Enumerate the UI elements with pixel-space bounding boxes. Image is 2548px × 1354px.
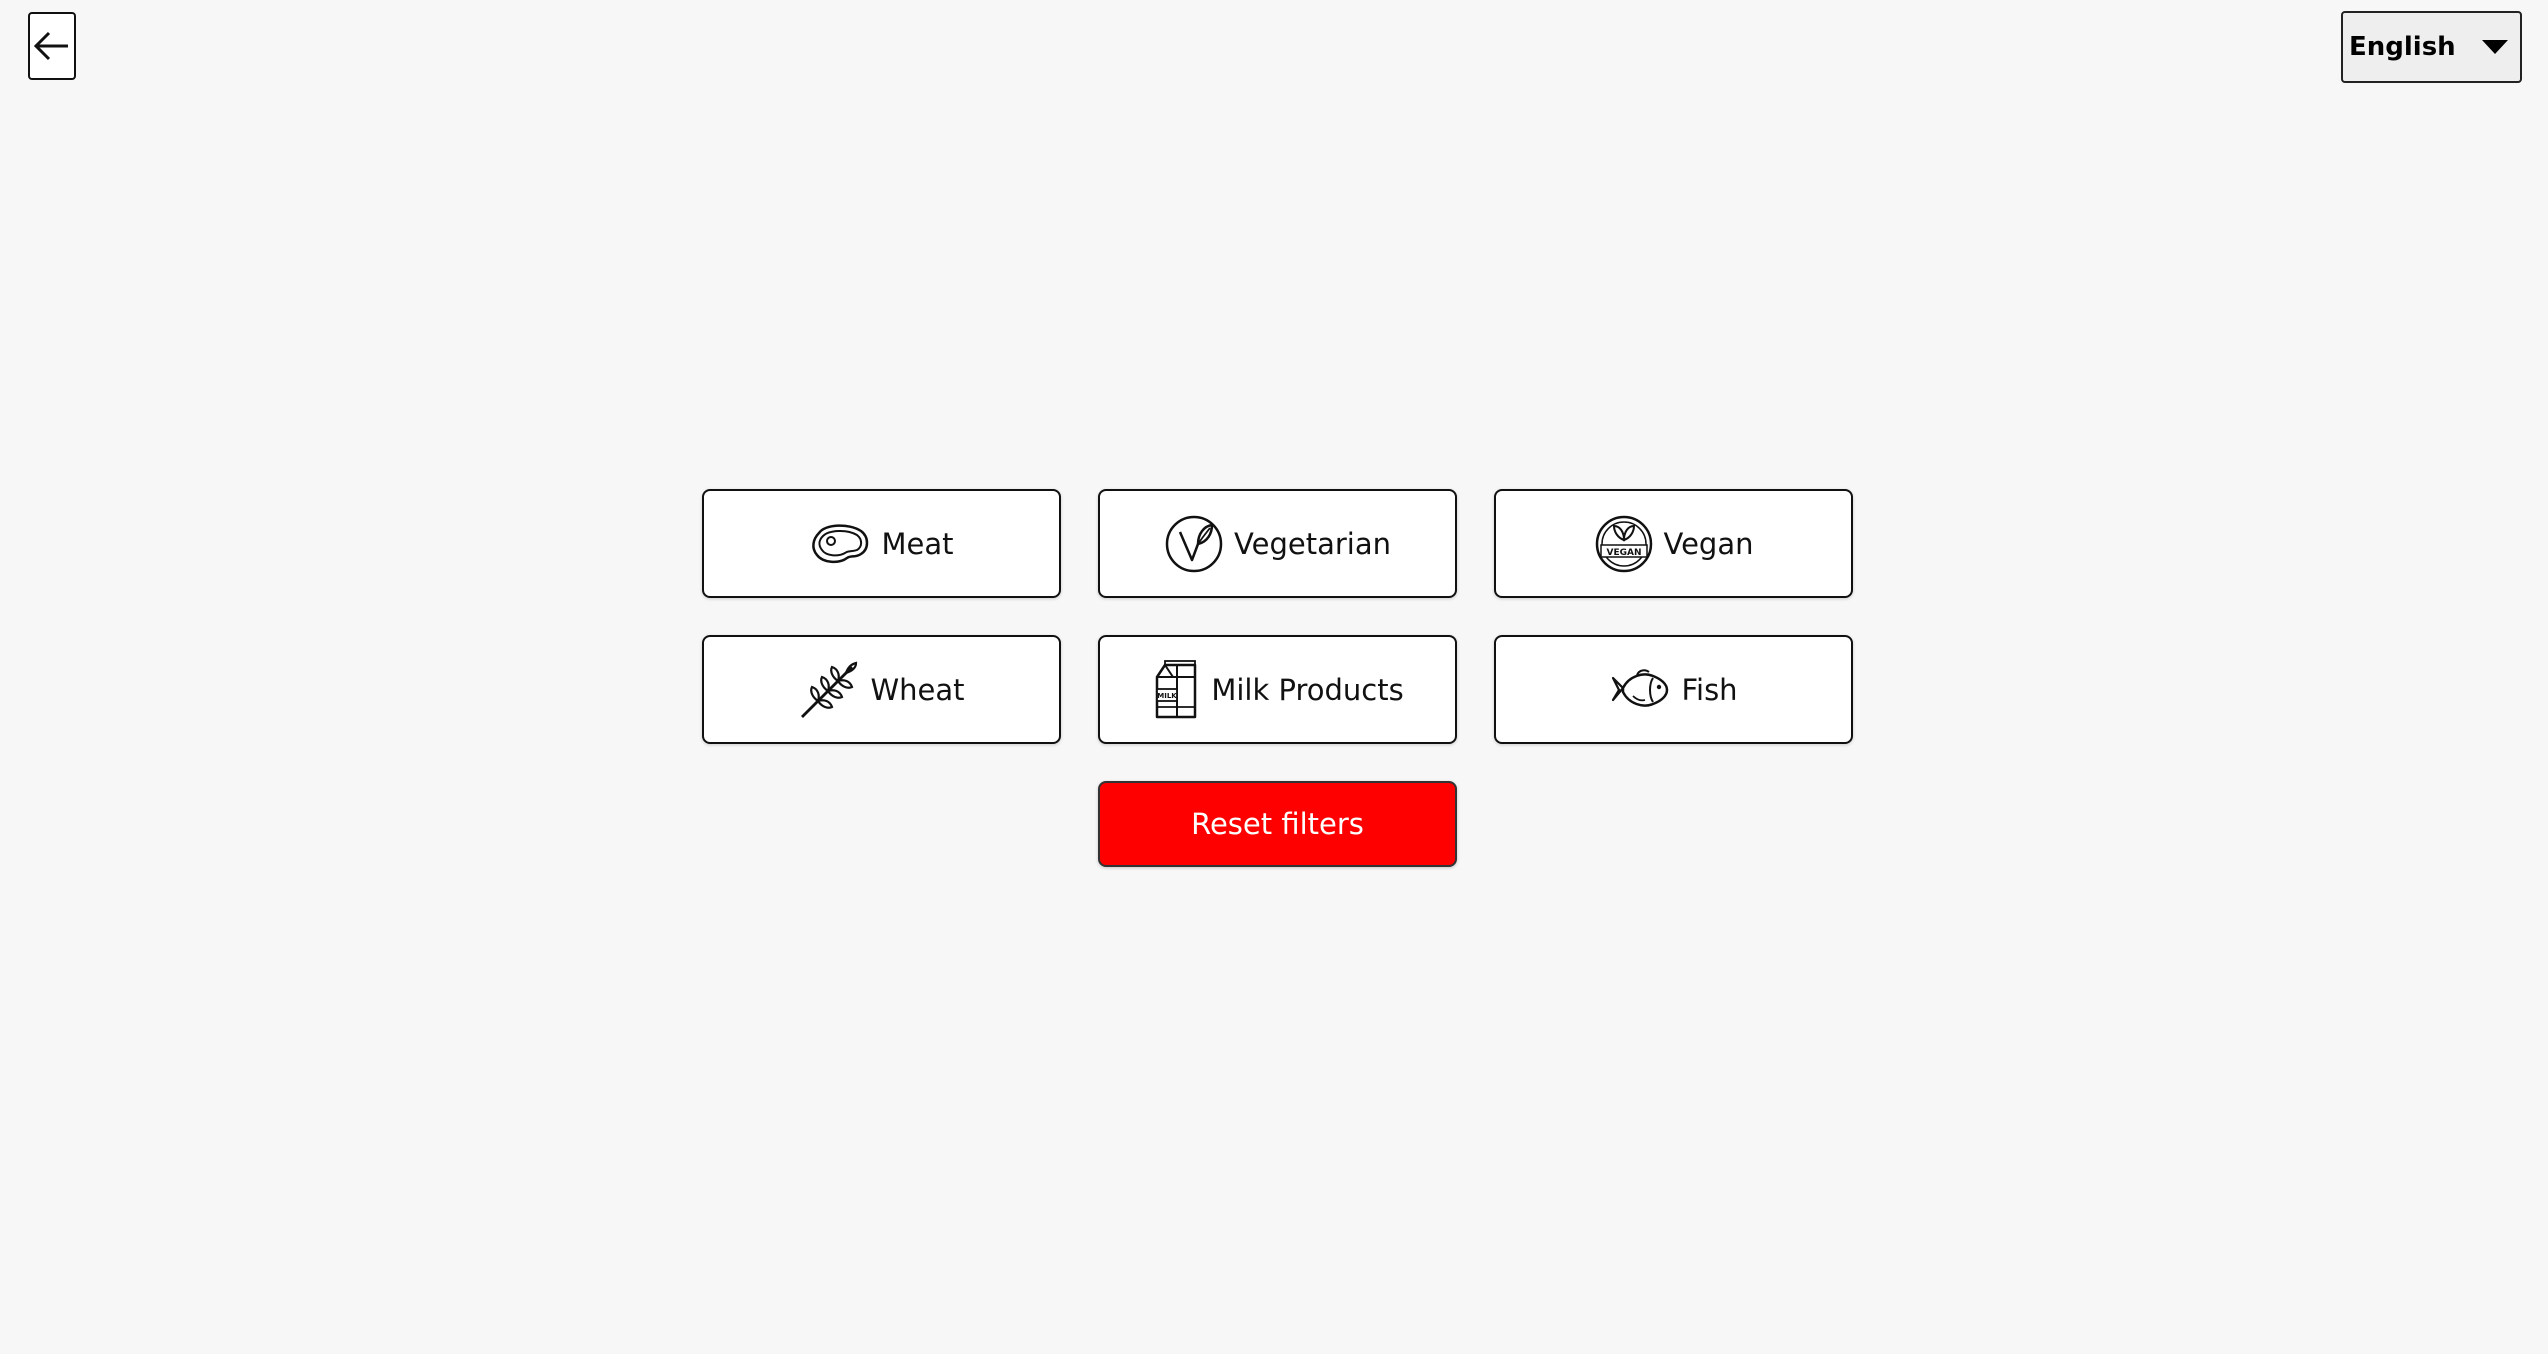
language-selected-label: English <box>2349 32 2456 62</box>
filter-label-fish: Fish <box>1681 672 1738 707</box>
filter-button-fish[interactable]: Fish <box>1494 635 1853 744</box>
vegetarian-leaf-icon <box>1164 514 1224 574</box>
reset-filters-button[interactable]: Reset filters <box>1098 781 1457 867</box>
filter-button-wheat[interactable]: Wheat <box>702 635 1061 744</box>
filter-label-meat: Meat <box>881 526 954 561</box>
filter-button-vegan[interactable]: VEGAN Vegan <box>1494 489 1853 598</box>
fish-icon <box>1609 666 1671 714</box>
filter-label-vegan: Vegan <box>1663 526 1754 561</box>
svg-text:MILK: MILK <box>1158 692 1178 700</box>
reset-filters-label: Reset filters <box>1191 807 1364 841</box>
svg-text:VEGAN: VEGAN <box>1606 548 1641 558</box>
filter-button-vegetarian[interactable]: Vegetarian <box>1098 489 1457 598</box>
back-button[interactable] <box>28 12 76 80</box>
caret-down-icon <box>2482 40 2508 54</box>
filter-label-wheat: Wheat <box>870 672 965 707</box>
filter-button-meat[interactable]: Meat <box>702 489 1061 598</box>
wheat-icon <box>798 659 860 721</box>
filter-label-vegetarian: Vegetarian <box>1234 526 1391 561</box>
filter-label-milk-products: Milk Products <box>1211 672 1404 707</box>
language-select[interactable]: English <box>2341 11 2522 83</box>
steak-icon <box>809 521 871 567</box>
filter-button-milk-products[interactable]: MILK Milk Products <box>1098 635 1457 744</box>
vegan-badge-icon: VEGAN <box>1594 514 1654 574</box>
arrow-left-icon <box>33 31 68 61</box>
milk-carton-icon: MILK <box>1151 659 1201 721</box>
